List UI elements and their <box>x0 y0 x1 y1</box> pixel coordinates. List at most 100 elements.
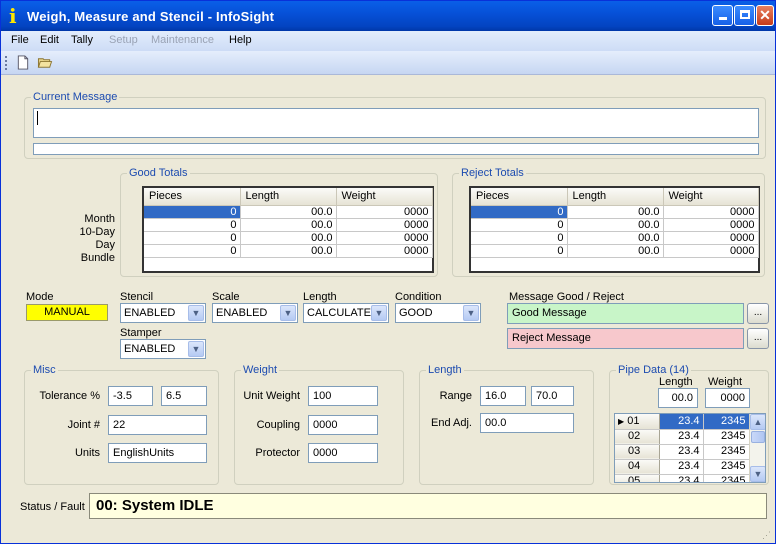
scale-select[interactable]: ENABLED ▼ <box>212 303 298 323</box>
pipe-cell[interactable]: 23.4 <box>659 474 704 482</box>
stencil-select[interactable]: ENABLED ▼ <box>120 303 206 323</box>
reject-header-weight[interactable]: Weight <box>663 188 759 206</box>
good-cell[interactable]: 00.0 <box>240 205 337 219</box>
reject-cell[interactable]: 00.0 <box>567 231 664 245</box>
pipe-cell[interactable]: 23.4 <box>659 414 704 430</box>
title-bar[interactable]: i Weigh, Measure and Stencil - InfoSight… <box>1 1 775 31</box>
reject-header-pieces[interactable]: Pieces <box>471 188 568 206</box>
reject-cell[interactable]: 00.0 <box>567 205 664 219</box>
chevron-down-icon[interactable]: ▼ <box>280 305 296 321</box>
joint-input[interactable]: 22 <box>108 415 207 435</box>
chevron-down-icon[interactable]: ▼ <box>371 305 387 321</box>
good-cell[interactable]: 0 <box>144 244 241 258</box>
pipe-cell[interactable]: 2345 <box>703 414 750 430</box>
chevron-down-icon[interactable]: ▼ <box>188 341 204 357</box>
new-document-icon[interactable] <box>15 55 31 70</box>
reject-cell[interactable]: 0 <box>471 218 568 232</box>
pipe-cell[interactable]: 23.4 <box>659 444 704 460</box>
length-mode-select[interactable]: CALCULATE ▼ <box>303 303 389 323</box>
pipe-data-grid[interactable]: ▶ 01 23.4 2345 02 23.4 2345 03 23.4 2345 <box>614 413 766 483</box>
pipe-row-header[interactable]: ▶ 01 <box>615 414 660 430</box>
menu-tally[interactable]: Tally <box>71 34 93 46</box>
good-cell[interactable]: 0000 <box>336 231 433 245</box>
menu-file[interactable]: File <box>11 34 29 46</box>
reject-cell[interactable]: 0 <box>471 231 568 245</box>
table-row[interactable]: ▶ 01 23.4 2345 <box>615 414 750 430</box>
pipe-data-scrollbar[interactable]: ▲ ▼ <box>749 414 765 482</box>
table-row[interactable]: 05 23.4 2345 <box>615 474 750 482</box>
good-cell[interactable]: 00.0 <box>240 218 337 232</box>
good-header-weight[interactable]: Weight <box>336 188 433 206</box>
end-adj-input[interactable]: 00.0 <box>480 413 574 433</box>
table-row[interactable]: 0 00.0 0000 <box>471 244 759 258</box>
range-low-input[interactable]: 16.0 <box>480 386 526 406</box>
good-message-field[interactable]: Good Message <box>507 303 744 324</box>
table-row[interactable]: 0 00.0 0000 <box>471 205 759 219</box>
menu-help[interactable]: Help <box>229 34 252 46</box>
reject-message-browse-button[interactable]: ... <box>747 328 769 349</box>
pipe-row-header[interactable]: 05 <box>615 474 660 482</box>
chevron-down-icon[interactable]: ▼ <box>188 305 204 321</box>
pipe-cell[interactable]: 2345 <box>703 474 750 482</box>
current-message-secondary[interactable] <box>33 143 759 155</box>
pipe-row-header[interactable]: 03 <box>615 444 660 460</box>
reject-totals-grid[interactable]: Pieces Length Weight 0 00.0 0000 0 00.0 … <box>469 186 760 273</box>
current-message-input[interactable] <box>33 108 759 138</box>
chevron-down-icon[interactable]: ▼ <box>463 305 479 321</box>
reject-message-field[interactable]: Reject Message <box>507 328 744 349</box>
good-cell[interactable]: 0 <box>144 218 241 232</box>
coupling-input[interactable]: 0000 <box>308 415 378 435</box>
good-cell[interactable]: 0 <box>144 205 241 219</box>
reject-cell[interactable]: 0000 <box>663 231 759 245</box>
close-button[interactable]: ✕ <box>756 5 774 26</box>
units-input[interactable]: EnglishUnits <box>108 443 207 463</box>
good-message-browse-button[interactable]: ... <box>747 303 769 324</box>
good-header-pieces[interactable]: Pieces <box>144 188 241 206</box>
good-cell[interactable]: 00.0 <box>240 244 337 258</box>
good-cell[interactable]: 0000 <box>336 218 433 232</box>
table-row[interactable]: 03 23.4 2345 <box>615 444 750 460</box>
pipe-cell[interactable]: 2345 <box>703 429 750 445</box>
pipe-weight-total[interactable]: 0000 <box>705 388 750 408</box>
toolbar-grip[interactable] <box>5 56 8 70</box>
condition-select[interactable]: GOOD ▼ <box>395 303 481 323</box>
protector-input[interactable]: 0000 <box>308 443 378 463</box>
table-row[interactable]: 0 00.0 0000 <box>471 218 759 232</box>
minimize-button[interactable] <box>712 5 733 26</box>
tolerance-high-input[interactable]: 6.5 <box>161 386 207 406</box>
reject-cell[interactable]: 0 <box>471 205 568 219</box>
table-row[interactable]: 0 00.0 0000 <box>144 205 433 219</box>
pipe-cell[interactable]: 23.4 <box>659 459 704 475</box>
pipe-row-header[interactable]: 02 <box>615 429 660 445</box>
table-row[interactable]: 02 23.4 2345 <box>615 429 750 445</box>
reject-cell[interactable]: 0000 <box>663 205 759 219</box>
good-cell[interactable]: 0000 <box>336 244 433 258</box>
scroll-up-button[interactable]: ▲ <box>750 414 765 430</box>
stamper-select[interactable]: ENABLED ▼ <box>120 339 206 359</box>
good-header-length[interactable]: Length <box>240 188 337 206</box>
open-folder-icon[interactable] <box>37 55 53 70</box>
reject-cell[interactable]: 0000 <box>663 244 759 258</box>
table-row[interactable]: 0 00.0 0000 <box>144 218 433 232</box>
good-totals-grid[interactable]: Pieces Length Weight 0 00.0 0000 0 00.0 … <box>142 186 434 273</box>
pipe-row-header[interactable]: 04 <box>615 459 660 475</box>
reject-cell[interactable]: 0000 <box>663 218 759 232</box>
range-high-input[interactable]: 70.0 <box>531 386 574 406</box>
good-cell[interactable]: 0000 <box>336 205 433 219</box>
tolerance-low-input[interactable]: -3.5 <box>108 386 153 406</box>
table-row[interactable]: 0 00.0 0000 <box>144 244 433 258</box>
reject-cell[interactable]: 0 <box>471 244 568 258</box>
reject-cell[interactable]: 00.0 <box>567 218 664 232</box>
table-row[interactable]: 0 00.0 0000 <box>144 231 433 245</box>
reject-cell[interactable]: 00.0 <box>567 244 664 258</box>
pipe-cell[interactable]: 2345 <box>703 459 750 475</box>
scroll-thumb[interactable] <box>751 431 765 443</box>
table-row[interactable]: 0 00.0 0000 <box>471 231 759 245</box>
table-row[interactable]: 04 23.4 2345 <box>615 459 750 475</box>
good-cell[interactable]: 00.0 <box>240 231 337 245</box>
maximize-button[interactable] <box>734 5 755 26</box>
menu-edit[interactable]: Edit <box>40 34 59 46</box>
scroll-down-button[interactable]: ▼ <box>750 466 765 482</box>
good-cell[interactable]: 0 <box>144 231 241 245</box>
pipe-cell[interactable]: 2345 <box>703 444 750 460</box>
